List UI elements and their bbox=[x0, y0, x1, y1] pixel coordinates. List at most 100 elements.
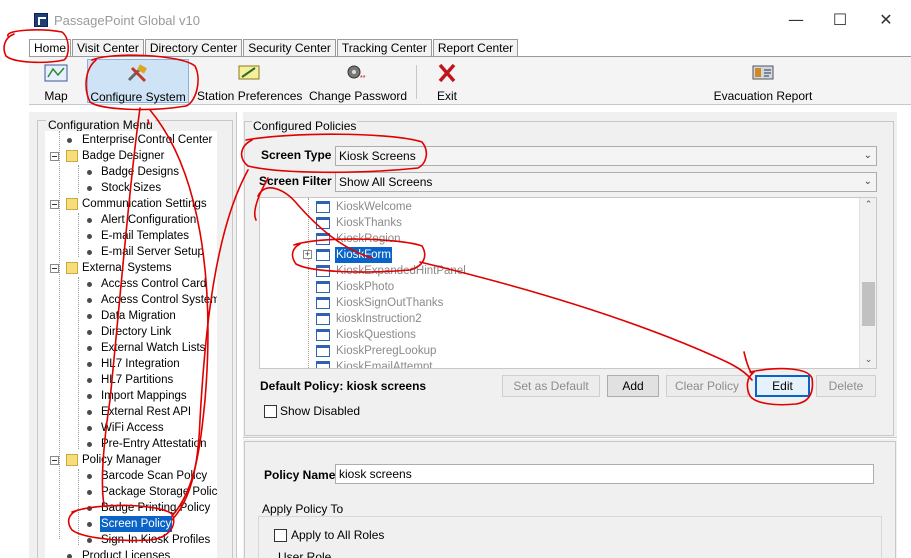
tree-item-alert-configuration[interactable]: Alert Configuration bbox=[45, 212, 217, 228]
tree-item-access-control-card[interactable]: Access Control Card bbox=[45, 276, 217, 292]
tree-item-package-storage-policy[interactable]: Package Storage Policy bbox=[45, 484, 217, 500]
tree-item-hl7-integration[interactable]: HL7 Integration bbox=[45, 356, 217, 372]
edit-button[interactable]: Edit bbox=[755, 375, 810, 397]
tree-item-access-control-systems[interactable]: Access Control Systems bbox=[45, 292, 217, 308]
maximize-button[interactable]: ☐ bbox=[825, 10, 855, 30]
tree-item-barcode-scan-policy[interactable]: Barcode Scan Policy bbox=[45, 468, 217, 484]
tree-item-wifi-access[interactable]: WiFi Access bbox=[45, 420, 217, 436]
title-bar: PassagePoint Global v10 — ☐ ✕ bbox=[0, 0, 911, 38]
bullet-icon bbox=[67, 554, 72, 558]
exit-x-icon bbox=[438, 63, 456, 83]
main-tabs: Home Visit Center Directory Center Secur… bbox=[29, 39, 519, 57]
screen-icon bbox=[316, 217, 330, 229]
bullet-icon bbox=[87, 490, 92, 495]
bullet-icon bbox=[87, 538, 92, 543]
show-disabled-checkbox[interactable] bbox=[264, 405, 277, 418]
tab-security-center[interactable]: Security Center bbox=[243, 39, 336, 57]
bullet-icon bbox=[87, 474, 92, 479]
bullet-icon bbox=[87, 426, 92, 431]
tab-tracking-center[interactable]: Tracking Center bbox=[336, 39, 432, 57]
station-preferences-button[interactable]: Station Preferences bbox=[197, 59, 302, 103]
tree-item-badge-designer[interactable]: Badge Designer bbox=[45, 148, 217, 164]
tree-item-email-server-setup[interactable]: E-mail Server Setup bbox=[45, 244, 217, 260]
screens-list-scrollbar[interactable]: ⌃ ⌄ bbox=[859, 198, 876, 368]
screen-icon bbox=[316, 313, 330, 325]
tree-guide-line bbox=[308, 198, 309, 368]
policy-name-input[interactable]: kiosk screens bbox=[335, 464, 874, 484]
tab-visit-center[interactable]: Visit Center bbox=[72, 39, 144, 57]
tree-item-enterprise-control-center[interactable]: Enterprise Control Center bbox=[45, 132, 217, 148]
tree-item-external-systems[interactable]: External Systems bbox=[45, 260, 217, 276]
toolbar: Map Configure System Station Preferences… bbox=[29, 57, 911, 105]
tree-item-import-mappings[interactable]: Import Mappings bbox=[45, 388, 217, 404]
tree-item-policy-manager[interactable]: Policy Manager bbox=[45, 452, 217, 468]
folder-icon bbox=[66, 454, 78, 466]
screen-filter-select[interactable]: Show All Screens ⌄ bbox=[335, 172, 877, 192]
bullet-icon bbox=[87, 234, 92, 239]
tree-item-external-rest-api[interactable]: External Rest API bbox=[45, 404, 217, 420]
evacuation-report-icon bbox=[752, 65, 774, 80]
screen-icon bbox=[316, 345, 330, 357]
collapse-icon[interactable] bbox=[50, 152, 59, 161]
tab-home[interactable]: Home bbox=[29, 39, 72, 57]
tree-item-directory-link[interactable]: Directory Link bbox=[45, 324, 217, 340]
configuration-menu-tree[interactable]: Enterprise Control Center Badge Designer… bbox=[45, 131, 217, 558]
chevron-down-icon: ⌄ bbox=[863, 150, 872, 161]
toolbar-separator bbox=[416, 65, 417, 99]
bullet-icon bbox=[87, 394, 92, 399]
screen-icon bbox=[316, 297, 330, 309]
configure-system-button[interactable]: Configure System bbox=[87, 59, 189, 104]
collapse-icon[interactable] bbox=[50, 264, 59, 273]
tree-item-pre-entry-attestation[interactable]: Pre-Entry Attestation bbox=[45, 436, 217, 452]
map-button[interactable]: Map bbox=[31, 59, 81, 103]
bullet-icon bbox=[87, 250, 92, 255]
configuration-menu-title: Configuration Menu bbox=[46, 118, 155, 132]
screen-icon bbox=[316, 249, 330, 261]
tree-item-external-watch-lists[interactable]: External Watch Lists bbox=[45, 340, 217, 356]
tree-item-email-templates[interactable]: E-mail Templates bbox=[45, 228, 217, 244]
apply-all-roles-checkbox[interactable] bbox=[274, 529, 287, 542]
change-password-button[interactable]: ** Change Password bbox=[309, 59, 407, 103]
user-role-label: User Role bbox=[278, 550, 332, 558]
add-button[interactable]: Add bbox=[607, 375, 659, 397]
bullet-icon bbox=[87, 378, 92, 383]
scroll-down-icon[interactable]: ⌄ bbox=[860, 353, 877, 368]
tree-item-product-licenses[interactable]: Product Licenses bbox=[45, 548, 217, 558]
tree-item-badge-printing-policy[interactable]: Badge Printing Policy bbox=[45, 500, 217, 516]
set-as-default-button[interactable]: Set as Default bbox=[502, 375, 600, 397]
policy-name-label: Policy Name bbox=[264, 468, 336, 482]
panel-divider bbox=[243, 437, 897, 439]
close-button[interactable]: ✕ bbox=[871, 10, 901, 30]
svg-text:**: ** bbox=[360, 75, 366, 82]
folder-icon bbox=[66, 198, 78, 210]
screen-icon bbox=[316, 281, 330, 293]
scroll-up-icon[interactable]: ⌃ bbox=[860, 198, 877, 213]
delete-button[interactable]: Delete bbox=[816, 375, 876, 397]
collapse-icon[interactable] bbox=[50, 200, 59, 209]
app-logo-icon bbox=[34, 13, 48, 27]
tree-item-screen-policy[interactable]: Screen Policy bbox=[45, 516, 217, 532]
tree-item-communication-settings[interactable]: Communication Settings bbox=[45, 196, 217, 212]
folder-icon bbox=[66, 150, 78, 162]
tab-report-center[interactable]: Report Center bbox=[432, 39, 519, 57]
window-title: PassagePoint Global v10 bbox=[54, 13, 200, 28]
screen-type-select[interactable]: Kiosk Screens ⌄ bbox=[335, 146, 877, 166]
expand-icon[interactable]: + bbox=[303, 250, 312, 259]
tree-item-data-migration[interactable]: Data Migration bbox=[45, 308, 217, 324]
screen-filter-label: Screen Filter bbox=[259, 174, 332, 188]
collapse-icon[interactable] bbox=[50, 456, 59, 465]
exit-button[interactable]: Exit bbox=[425, 59, 469, 103]
tree-item-sign-in-kiosk-profiles[interactable]: Sign-In Kiosk Profiles bbox=[45, 532, 217, 548]
screens-list[interactable]: KioskWelcome KioskThanks KioskRegion Kio… bbox=[259, 197, 877, 369]
minimize-button[interactable]: — bbox=[781, 10, 811, 30]
evacuation-report-button[interactable]: Evacuation Report bbox=[713, 59, 813, 103]
tree-item-stock-sizes[interactable]: Stock Sizes bbox=[45, 180, 217, 196]
bullet-icon bbox=[87, 314, 92, 319]
scroll-thumb[interactable] bbox=[862, 282, 875, 326]
clear-policy-button[interactable]: Clear Policy bbox=[666, 375, 748, 397]
bullet-icon bbox=[87, 282, 92, 287]
tree-item-badge-designs[interactable]: Badge Designs bbox=[45, 164, 217, 180]
tab-directory-center[interactable]: Directory Center bbox=[144, 39, 243, 57]
tree-item-hl7-partitions[interactable]: HL7 Partitions bbox=[45, 372, 217, 388]
bullet-icon bbox=[87, 506, 92, 511]
